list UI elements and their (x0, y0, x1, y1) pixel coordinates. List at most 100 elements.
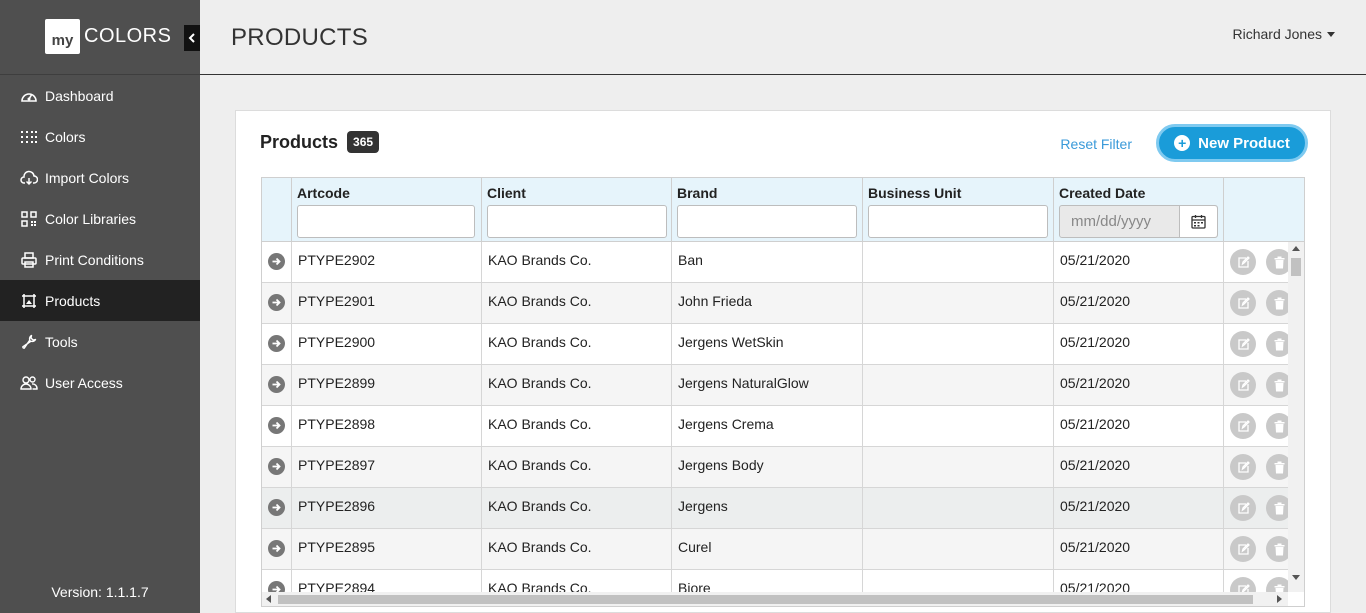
trash-icon[interactable] (1266, 372, 1288, 398)
artcode-cell: PTYPE2898 (292, 406, 482, 447)
sidebar-item-print-conditions[interactable]: Print Conditions (0, 239, 200, 280)
table-row[interactable]: PTYPE2898 KAO Brands Co. Jergens Crema 05/2… (262, 406, 1288, 447)
trash-icon[interactable] (1266, 413, 1288, 439)
table-row[interactable]: PTYPE2899 KAO Brands Co. Jergens NaturalGl… (262, 365, 1288, 406)
horizontal-scroll-thumb[interactable] (278, 595, 1253, 604)
new-product-button[interactable]: + New Product (1156, 124, 1308, 162)
arrow-right-circle-icon[interactable] (268, 540, 285, 557)
count-badge: 365 (347, 131, 380, 153)
user-name: Richard Jones (1232, 26, 1323, 42)
trash-icon[interactable] (1266, 290, 1288, 316)
table-row[interactable]: PTYPE2896 KAO Brands Co. Jergens 05/21/2020 (262, 488, 1288, 529)
scroll-down-icon[interactable] (1292, 575, 1300, 580)
page-title: PRODUCTS (231, 24, 369, 51)
sidebar-item-tools[interactable]: Tools (0, 321, 200, 362)
column-created-date: Created Date mm/dd/yyyy (1054, 178, 1224, 242)
arrow-right-circle-icon[interactable] (268, 376, 285, 393)
vertical-scroll-thumb[interactable] (1291, 258, 1301, 276)
arrow-right-circle-icon[interactable] (268, 581, 285, 592)
business-unit-cell (863, 242, 1054, 283)
sidebar-item-colors[interactable]: Colors (0, 116, 200, 157)
table-row[interactable]: PTYPE2894 KAO Brands Co. Biore 05/21/2020 (262, 570, 1288, 592)
brand-cell: Jergens Crema (672, 406, 863, 447)
sidebar: my COLORS Dashboard Colors Import Colors (0, 0, 200, 613)
business-unit-cell (863, 529, 1054, 570)
table-row[interactable]: PTYPE2897 KAO Brands Co. Jergens Body 05/21… (262, 447, 1288, 488)
client-cell: KAO Brands Co. (482, 529, 672, 570)
trash-icon[interactable] (1266, 536, 1288, 562)
artcode-cell: PTYPE2899 (292, 365, 482, 406)
row-actions-cell (1224, 406, 1288, 447)
sidebar-item-label: Dashboard (45, 87, 114, 104)
edit-icon[interactable] (1230, 577, 1256, 592)
trash-icon[interactable] (1266, 495, 1288, 521)
edit-icon[interactable] (1230, 454, 1256, 480)
calendar-icon[interactable] (1179, 206, 1217, 237)
sidebar-item-import-colors[interactable]: Import Colors (0, 157, 200, 198)
table-row[interactable]: PTYPE2901 KAO Brands Co. John Frieda 05/21/… (262, 283, 1288, 324)
products-panel: Products 365 Reset Filter + New Product … (235, 110, 1331, 613)
trash-icon[interactable] (1266, 454, 1288, 480)
brand-cell: Jergens WetSkin (672, 324, 863, 365)
artcode-filter-input[interactable] (297, 205, 475, 238)
artcode-cell: PTYPE2896 (292, 488, 482, 529)
brand-cell: Jergens (672, 488, 863, 529)
edit-icon[interactable] (1230, 249, 1256, 275)
created-date-cell: 05/21/2020 (1054, 570, 1224, 592)
scroll-right-icon[interactable] (1277, 595, 1282, 603)
table-body: PTYPE2902 KAO Brands Co. Ban 05/21/2020 PTYP… (262, 242, 1288, 592)
arrow-right-circle-icon[interactable] (268, 335, 285, 352)
logo-box: my (45, 19, 80, 54)
sidebar-item-label: Import Colors (45, 169, 130, 186)
brand-filter-input[interactable] (677, 205, 857, 238)
horizontal-scrollbar[interactable] (262, 592, 1288, 606)
created-date-filter-input[interactable]: mm/dd/yyyy (1059, 205, 1218, 238)
arrow-right-circle-icon[interactable] (268, 499, 285, 516)
trash-icon[interactable] (1266, 249, 1288, 275)
edit-icon[interactable] (1230, 536, 1256, 562)
arrow-right-circle-icon[interactable] (268, 458, 285, 475)
scroll-up-icon[interactable] (1292, 246, 1300, 251)
table-row[interactable]: PTYPE2895 KAO Brands Co. Curel 05/21/2020 (262, 529, 1288, 570)
reset-filter-link[interactable]: Reset Filter (1060, 136, 1132, 152)
trash-icon[interactable] (1266, 577, 1288, 592)
edit-icon[interactable] (1230, 413, 1256, 439)
table-header: Artcode Client Brand Business Unit Creat… (262, 178, 1304, 242)
user-menu-dropdown[interactable]: Richard Jones (1232, 26, 1335, 42)
row-open-cell (262, 365, 292, 406)
row-actions-cell (1224, 570, 1288, 592)
sidebar-item-user-access[interactable]: User Access (0, 362, 200, 403)
sidebar-item-label: Tools (45, 333, 78, 350)
scroll-left-icon[interactable] (266, 595, 271, 603)
edit-icon[interactable] (1230, 372, 1256, 398)
sidebar-item-products[interactable]: Products (0, 280, 200, 321)
client-cell: KAO Brands Co. (482, 570, 672, 592)
sidebar-collapse-button[interactable] (184, 25, 200, 51)
row-actions-cell (1224, 488, 1288, 529)
sidebar-item-label: Color Libraries (45, 210, 137, 227)
row-open-cell (262, 406, 292, 447)
column-client: Client (482, 178, 672, 242)
logo-my-text: my (51, 32, 74, 49)
business-unit-cell (863, 406, 1054, 447)
artcode-cell: PTYPE2900 (292, 324, 482, 365)
business-unit-filter-input[interactable] (868, 205, 1048, 238)
row-actions-cell (1224, 283, 1288, 324)
business-unit-cell (863, 324, 1054, 365)
trash-icon[interactable] (1266, 331, 1288, 357)
arrow-right-circle-icon[interactable] (268, 294, 285, 311)
brand-cell: Jergens Body (672, 447, 863, 488)
arrow-right-circle-icon[interactable] (268, 253, 285, 270)
arrow-right-circle-icon[interactable] (268, 417, 285, 434)
app-logo[interactable]: my COLORS (45, 19, 171, 54)
logo-area: my COLORS (0, 0, 200, 75)
edit-icon[interactable] (1230, 290, 1256, 316)
table-row[interactable]: PTYPE2900 KAO Brands Co. Jergens WetSkin 05… (262, 324, 1288, 365)
client-filter-input[interactable] (487, 205, 667, 238)
edit-icon[interactable] (1230, 331, 1256, 357)
vertical-scrollbar[interactable] (1288, 242, 1304, 592)
table-row[interactable]: PTYPE2902 KAO Brands Co. Ban 05/21/2020 (262, 242, 1288, 283)
sidebar-item-dashboard[interactable]: Dashboard (0, 75, 200, 116)
edit-icon[interactable] (1230, 495, 1256, 521)
sidebar-item-color-libraries[interactable]: Color Libraries (0, 198, 200, 239)
